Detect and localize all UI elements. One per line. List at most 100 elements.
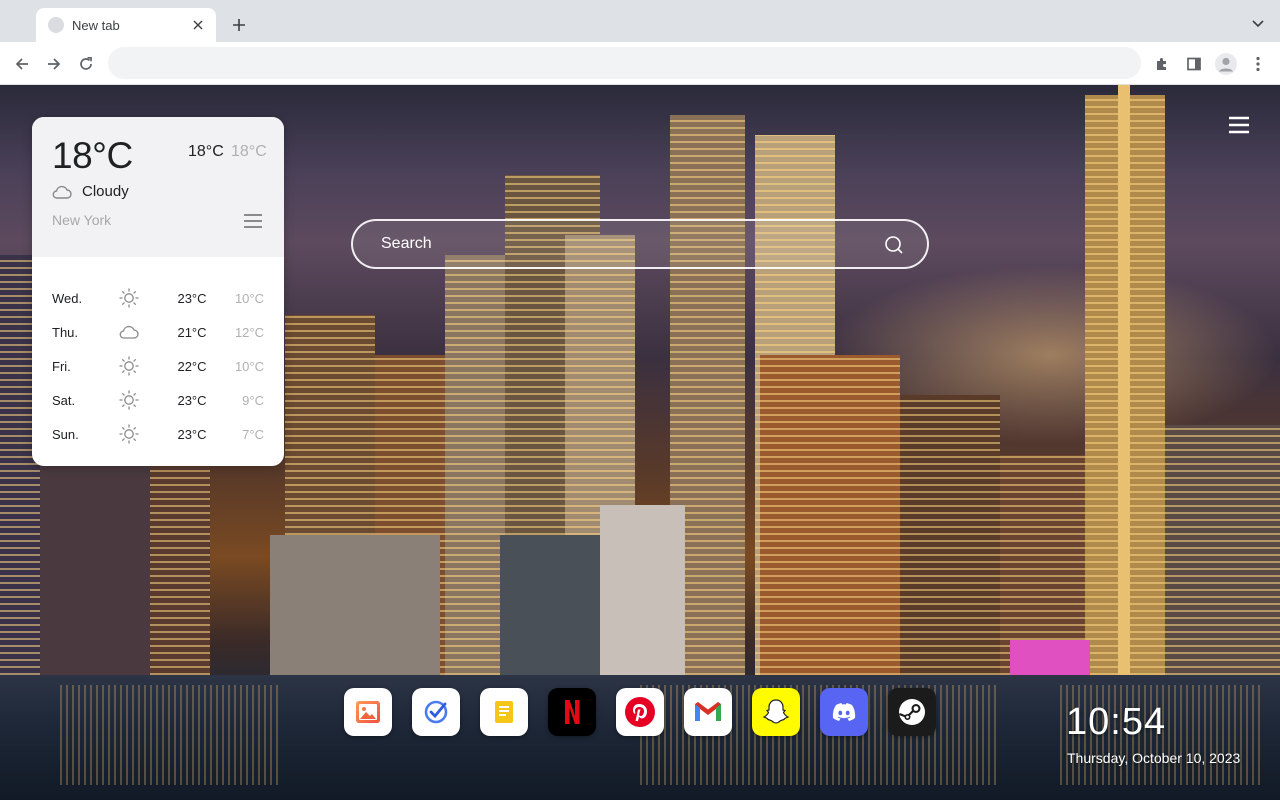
forecast-low: 10°C [234,290,264,306]
sun-icon [118,355,154,377]
forecast-low: 7°C [242,426,264,442]
weather-condition: Cloudy [52,183,129,200]
address-bar[interactable] [108,47,1141,79]
weather-forecast: Wed. 23°C 10°C Thu. 21°C 12°C Fri. 22°C 10°C Sat.… [32,281,284,451]
building [760,355,900,675]
app-steam[interactable] [888,688,936,736]
forecast-high: 23°C [177,426,207,442]
forward-button[interactable] [40,50,68,78]
browser-menu-button[interactable] [1244,50,1272,78]
app-notes[interactable] [480,688,528,736]
snapchat-icon [762,699,790,724]
forecast-high: 21°C [177,324,207,340]
app-discord[interactable] [820,688,868,736]
weather-widget[interactable]: 18°C 18°C 18°C Cloudy New York Wed. 23°C 1… [32,117,284,466]
chevron-down-icon [1252,20,1264,28]
discord-icon [832,703,856,721]
forecast-low: 9°C [242,392,264,408]
browser-toolbar [0,42,1280,85]
forecast-row: Wed. 23°C 10°C [32,281,284,315]
forecast-high: 23°C [177,392,207,408]
hamburger-menu-icon [1229,116,1249,134]
gmail-icon [695,702,721,721]
forecast-low: 10°C [234,358,264,374]
app-photos[interactable] [344,688,392,736]
avatar-icon [1215,53,1237,75]
cloud-icon [118,324,154,340]
netflix-icon [565,700,580,724]
side-panel-button[interactable] [1180,50,1208,78]
app-pinterest[interactable] [616,688,664,736]
forecast-high: 22°C [177,358,207,374]
puzzle-icon [1157,58,1166,70]
forecast-row: Thu. 21°C 12°C [32,315,284,349]
forecast-row: Sun. 23°C 7°C [32,417,284,451]
today-low-temperature: 18°C [231,143,267,160]
search-icon [885,236,903,254]
steam-icon [899,699,925,725]
plus-icon [233,19,245,31]
reload-button[interactable] [72,50,100,78]
list-icon [244,214,262,228]
building [270,535,440,675]
kebab-menu-icon [1256,56,1260,72]
app-snapchat[interactable] [752,688,800,736]
weather-city: New York [52,212,112,228]
building [445,255,505,675]
forecast-day: Sat. [52,392,76,408]
app-netflix[interactable] [548,688,596,736]
check-icon [424,700,448,724]
clock-time: 10:54 [1066,701,1167,743]
arrow-right-icon [48,58,61,70]
building-spire [1118,85,1130,675]
tab-new-tab[interactable]: New tab [36,8,216,42]
forecast-low: 12°C [234,324,264,340]
note-icon [495,701,513,723]
app-dock [344,688,936,736]
image-icon [356,701,380,723]
sun-icon [118,287,154,309]
app-tasks[interactable] [412,688,460,736]
pink-lit-building [1010,640,1090,675]
extensions-button[interactable] [1148,50,1176,78]
forecast-day: Fri. [52,358,71,374]
building [900,395,1000,675]
forecast-day: Sun. [52,426,79,442]
forecast-day: Thu. [52,324,79,340]
tab-favicon-icon [48,17,64,33]
today-high-temperature: 18°C [188,143,224,160]
tab-strip: New tab [0,0,1280,42]
side-panel-icon [1187,57,1201,71]
sun-icon [118,423,154,445]
sun-icon [118,389,154,411]
arrow-left-icon [15,58,28,70]
forecast-row: Sat. 23°C 9°C [32,383,284,417]
new-tab-page: 18°C 18°C 18°C Cloudy New York Wed. 23°C 1… [0,85,1280,800]
clock-date: Thursday, October 10, 2023 [1067,750,1241,766]
new-tab-button[interactable] [226,12,252,38]
forecast-day: Wed. [52,290,83,306]
building [600,505,685,675]
forecast-row: Fri. 22°C 10°C [32,349,284,383]
page-menu-button[interactable] [1228,116,1250,134]
tab-title: New tab [72,17,120,33]
back-button[interactable] [8,50,36,78]
water-reflection [60,685,280,785]
reload-icon [80,56,92,70]
weather-current: 18°C 18°C 18°C Cloudy New York [32,117,284,257]
pinterest-icon [625,697,655,727]
forecast-high: 23°C [177,290,207,306]
close-icon [193,20,203,30]
search-bar[interactable] [351,219,929,269]
weather-menu-button[interactable] [243,213,263,231]
search-input[interactable] [381,221,861,267]
profile-button[interactable] [1212,50,1240,78]
search-button[interactable] [883,234,905,256]
weather-condition-label: Cloudy [82,183,129,200]
cloud-icon [52,185,72,199]
tab-close-button[interactable] [190,17,206,33]
building [1165,425,1280,675]
app-gmail[interactable] [684,688,732,736]
current-temperature: 18°C [52,135,133,176]
tab-search-button[interactable] [1246,12,1270,36]
